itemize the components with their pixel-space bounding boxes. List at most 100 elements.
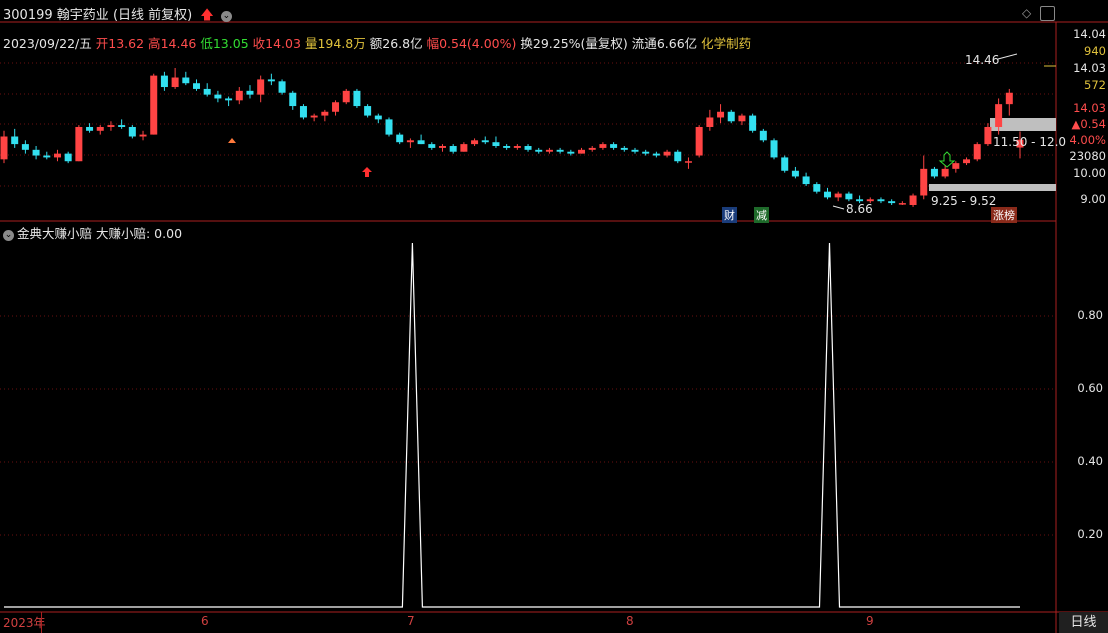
x-divider <box>41 612 42 633</box>
candle-body <box>845 193 853 200</box>
candle-body <box>770 140 778 158</box>
candle-body <box>823 191 831 198</box>
indicator-tick-040: 0.40 <box>1077 454 1103 468</box>
candle-body <box>150 75 158 135</box>
stock-code: 300199 <box>3 8 53 23</box>
candle-body <box>749 115 757 131</box>
candle-body <box>695 126 703 156</box>
candle-body <box>556 149 564 152</box>
candle-body <box>385 119 393 135</box>
candle-body <box>214 94 222 99</box>
high-price-label: 14.46 <box>965 53 1000 67</box>
candle-body <box>374 115 382 120</box>
candle-body <box>438 146 446 148</box>
turnover-label: 换 <box>520 36 533 51</box>
axis-pct: 4.00% <box>1069 133 1106 147</box>
candle-body <box>909 195 917 205</box>
candle-body <box>203 88 211 95</box>
low-value: 13.05 <box>212 36 249 51</box>
candle-body <box>620 147 628 150</box>
axis-price-2: 14.03 <box>1073 101 1106 115</box>
x-label-jul: 7 <box>407 614 415 628</box>
candle-body <box>160 75 168 88</box>
candle-body <box>877 199 885 202</box>
tag-reduce[interactable]: 减 <box>754 207 769 223</box>
candle-body <box>524 146 532 150</box>
x-label-aug: 8 <box>626 614 634 628</box>
candle-body <box>257 79 265 95</box>
indicator-tick-060: 0.60 <box>1077 381 1103 395</box>
stock-name[interactable]: 翰宇药业 <box>57 8 109 23</box>
candle-body <box>96 126 104 131</box>
change-label: 幅 <box>426 36 440 51</box>
axis-price-10: 10.00 <box>1073 166 1106 180</box>
range-upper-label: 11.50 - 12.0 <box>993 135 1067 149</box>
candle-body <box>995 104 1003 127</box>
collapse-icon[interactable]: ⌄ <box>3 230 14 241</box>
chevron-down-icon[interactable]: ⌄ <box>220 11 232 22</box>
candle-body <box>545 149 553 152</box>
candle-body <box>21 144 29 150</box>
candle-body <box>652 153 660 156</box>
axis-price-close: 14.03 <box>1073 61 1106 75</box>
candle-body <box>813 184 821 192</box>
candle-body <box>193 83 201 89</box>
tag-finance[interactable]: 财 <box>722 207 737 223</box>
candle-body <box>128 126 136 137</box>
x-label-sep: 9 <box>866 614 874 628</box>
tab-daily[interactable]: 日线 <box>1059 612 1108 633</box>
axis-vol-572: 572 <box>1084 78 1106 92</box>
candle-body <box>610 144 618 148</box>
candle-body <box>888 201 896 204</box>
candle-body <box>631 149 639 152</box>
candle-body <box>107 125 115 127</box>
candle-body <box>578 149 586 154</box>
candle-body <box>1005 92 1013 105</box>
candle-body <box>599 144 607 148</box>
candle-body <box>503 146 511 148</box>
candle-body <box>791 170 799 177</box>
quote-line: 2023/09/22/五 开13.62 高14.46 低13.05 收14.03… <box>3 33 751 52</box>
turnover-value: 29.25%(量复权) <box>532 36 628 51</box>
candle-body <box>952 163 960 169</box>
candle-body <box>684 161 692 163</box>
window-restore-button[interactable] <box>1040 6 1055 21</box>
candle-body <box>535 149 543 152</box>
chart-markers <box>228 53 1018 210</box>
high-label: 高 <box>148 36 161 51</box>
candle-body <box>53 153 61 158</box>
candle-body <box>727 111 735 122</box>
high-value: 14.46 <box>160 36 197 51</box>
close-label: 收 <box>252 36 266 51</box>
amount-label: 额 <box>369 36 383 51</box>
candle-body <box>353 90 361 107</box>
candle-body <box>289 92 297 107</box>
candle-body <box>706 117 714 127</box>
x-label-jun: 6 <box>201 614 209 628</box>
sector-link[interactable]: 化学制药 <box>701 36 751 51</box>
candle-body <box>118 125 126 127</box>
low-label: 低 <box>200 36 213 51</box>
date-value: 2023/09/22/五 <box>3 36 92 51</box>
orange-triangle-marker <box>228 138 236 143</box>
volume-value: 194.8万 <box>317 36 366 51</box>
candle-body <box>759 130 767 141</box>
axis-price-9: 9.00 <box>1080 192 1106 206</box>
tag-limit-up-list[interactable]: 涨榜 <box>991 207 1017 223</box>
candle-body <box>75 126 83 162</box>
diamond-icon[interactable]: ◇ <box>1022 6 1031 20</box>
candle-body <box>364 106 372 116</box>
candle-body <box>898 203 906 205</box>
main-grid <box>0 62 1055 536</box>
high-arrow <box>997 53 1018 60</box>
indicator-value: 大赚小赔: 0.00 <box>96 226 183 241</box>
panel-borders <box>0 21 1108 633</box>
candle-body <box>856 199 864 202</box>
candle-body <box>963 159 971 164</box>
candle-body <box>781 157 789 171</box>
candle-body <box>267 79 275 82</box>
indicator-title[interactable]: 金典大赚小赔 <box>17 226 92 241</box>
range-bar-lower <box>929 184 1056 191</box>
candle-body <box>43 155 51 158</box>
open-value: 13.62 <box>108 36 145 51</box>
